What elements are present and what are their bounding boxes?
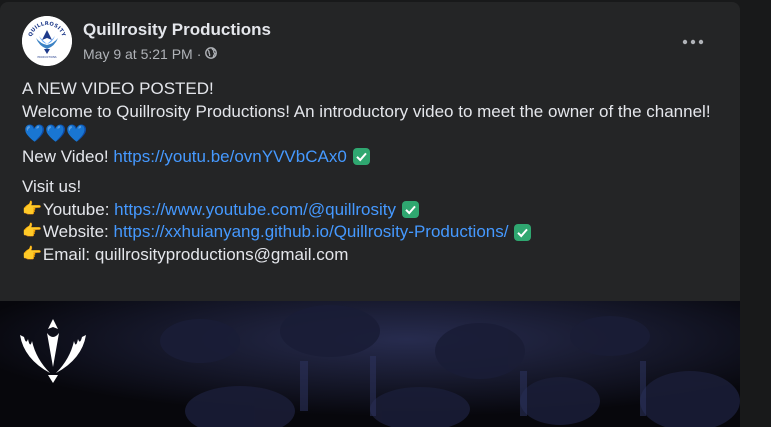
- avatar[interactable]: QUILLROSITY PRODUCTIONS: [22, 16, 72, 66]
- video-thumbnail[interactable]: [0, 301, 740, 427]
- page-name-link[interactable]: Quillrosity Productions: [83, 20, 271, 40]
- website-link[interactable]: https://xxhuianyang.github.io/Quillrosit…: [113, 221, 508, 244]
- email-line: 👉 Email: quillrosityproductions@gmail.co…: [22, 244, 732, 267]
- blue-hearts: 💙💙💙: [24, 124, 88, 143]
- visit-line: Visit us!: [22, 177, 82, 196]
- email-label: Email:: [42, 244, 95, 264]
- avatar-logo-subtext: PRODUCTIONS: [37, 55, 56, 59]
- more-horizontal-icon: [682, 39, 704, 45]
- check-icon: [514, 223, 532, 241]
- youtube-line: 👉 Youtube: https://www.youtube.com/@quil…: [22, 199, 732, 222]
- website-line: 👉 Website: https://xxhuianyang.github.io…: [22, 221, 732, 244]
- new-video-label: New Video!: [22, 146, 114, 166]
- post-card: QUILLROSITY PRODUCTIONS Quillrosity Prod…: [0, 2, 740, 427]
- pointing-hand-icon: 👉: [22, 200, 42, 218]
- meta-separator: ·: [196, 46, 202, 62]
- thumbnail-image: [0, 301, 740, 427]
- globe-icon[interactable]: [205, 46, 218, 62]
- youtube-label: Youtube:: [42, 199, 115, 219]
- welcome-line: Welcome to Quillrosity Productions! An i…: [22, 101, 732, 146]
- quillrosity-logo-icon: QUILLROSITY PRODUCTIONS: [22, 16, 72, 66]
- check-icon: [352, 148, 370, 166]
- website-label: Website:: [42, 222, 114, 241]
- new-video-link[interactable]: https://youtu.be/ovnYVVbCAx0: [113, 146, 346, 169]
- new-video-line: New Video! https://youtu.be/ovnYVVbCAx0: [22, 146, 732, 169]
- post-message: A NEW VIDEO POSTED! Welcome to Quillrosi…: [22, 78, 732, 266]
- post-header: QUILLROSITY PRODUCTIONS Quillrosity Prod…: [22, 16, 722, 68]
- more-options-button[interactable]: [675, 24, 711, 60]
- post-meta: May 9 at 5:21 PM ·: [83, 46, 218, 62]
- welcome-text: Welcome to Quillrosity Productions! An i…: [22, 101, 711, 121]
- headline: A NEW VIDEO POSTED!: [22, 79, 214, 98]
- pointing-hand-icon: 👉: [22, 223, 42, 240]
- post-timestamp[interactable]: May 9 at 5:21 PM: [83, 46, 193, 62]
- email-value: quillrosityproductions@gmail.com: [94, 244, 349, 264]
- check-icon: [401, 201, 419, 219]
- youtube-link[interactable]: https://www.youtube.com/@quillrosity: [114, 199, 396, 222]
- feed-gutter: [740, 0, 771, 427]
- pointing-hand-icon: 👉: [22, 245, 42, 263]
